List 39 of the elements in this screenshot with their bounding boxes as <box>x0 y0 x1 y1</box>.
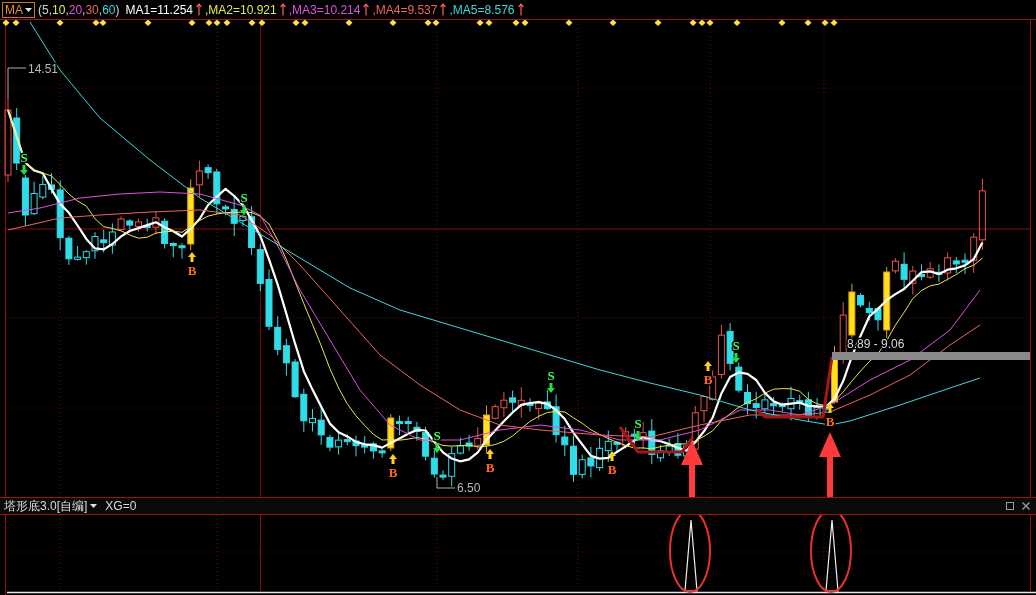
price-label: 14.51 <box>28 62 59 76</box>
indicator-value: MA1=11.254 <box>125 3 193 16</box>
caret-icon <box>25 7 32 12</box>
close-icon[interactable] <box>1022 502 1030 510</box>
up-arrow-icon <box>826 403 834 413</box>
down-arrow-icon <box>547 383 555 393</box>
down-arrow-icon <box>634 431 642 441</box>
indicator-value: ,MA5=8.576 <box>449 3 515 16</box>
sell-signal-label: S <box>547 368 555 383</box>
up-arrow-icon <box>608 451 616 461</box>
up-arrow-icon <box>188 252 196 262</box>
buy-signal-label: B <box>388 465 398 480</box>
annotation-arrow <box>819 432 841 497</box>
annotation-arrow <box>681 440 703 497</box>
up-arrow-icon <box>486 449 494 459</box>
buy-signal-label: B <box>485 460 495 475</box>
indicator-selector[interactable]: MA <box>2 1 35 18</box>
up-arrow-icon <box>704 361 712 371</box>
sell-signal-label: S <box>240 190 248 205</box>
leader-line <box>7 67 27 99</box>
price-label: 6.50 <box>457 481 481 495</box>
up-arrow-icon <box>389 454 397 464</box>
sell-signal-label: S <box>634 416 642 431</box>
indicator-value: ,MA4=9.537 <box>372 3 438 16</box>
indicator-parameters: (5,10,20,30,60) <box>38 3 120 16</box>
buy-signal-label: B <box>187 263 197 278</box>
down-arrow-icon <box>240 205 248 215</box>
down-arrow-icon <box>732 353 740 363</box>
down-arrow-icon <box>20 165 28 175</box>
leader-line <box>436 476 456 489</box>
formula-value: XG=0 <box>105 500 137 512</box>
sell-signal-label: S <box>433 428 441 443</box>
buy-signal-label: B <box>607 462 617 477</box>
formula-selector[interactable]: 塔形底3.0[自编] <box>4 500 98 512</box>
indicator-value: ,MA3=10.214 <box>288 3 361 16</box>
maximize-icon[interactable] <box>1006 502 1014 510</box>
indicator-value: ,MA2=10.921 <box>205 3 277 16</box>
down-arrow-icon <box>433 443 441 453</box>
caret-icon <box>90 504 98 508</box>
